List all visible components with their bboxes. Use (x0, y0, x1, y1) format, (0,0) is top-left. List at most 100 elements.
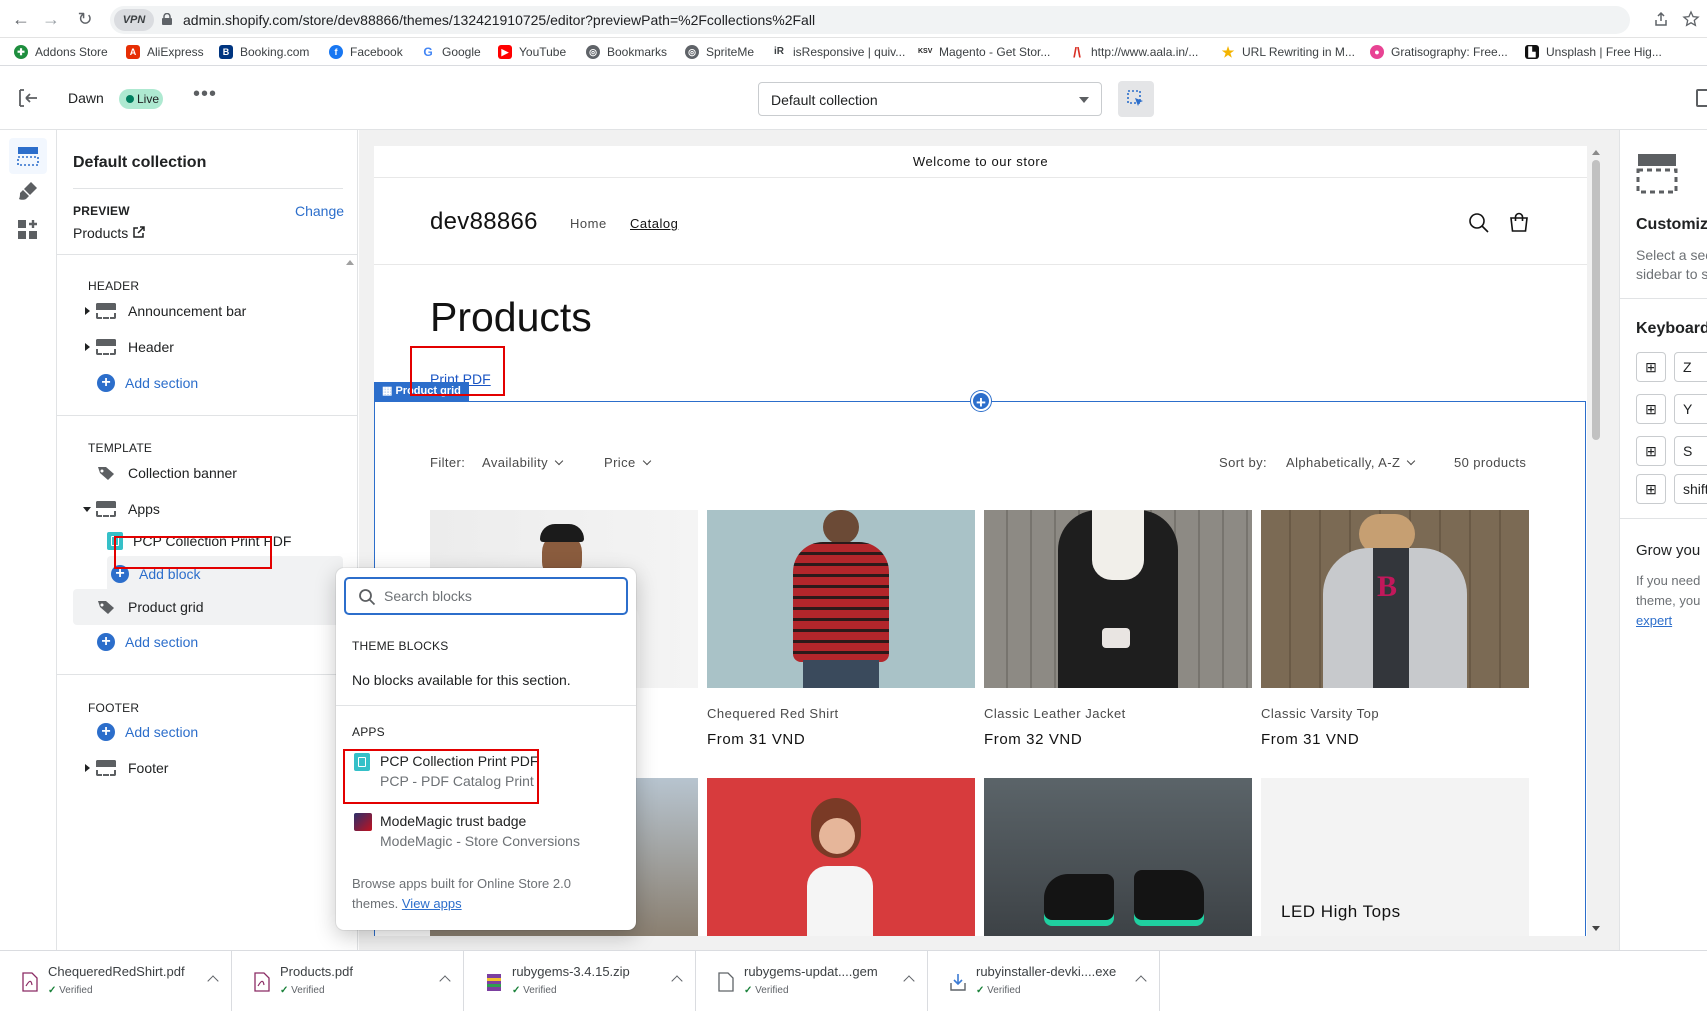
app-blocks-icon[interactable] (16, 218, 40, 242)
bookmark-item[interactable]: G Google (421, 43, 481, 61)
key-label: Z (1674, 352, 1707, 382)
nav-home-link[interactable]: Home (570, 216, 607, 231)
change-preview-link[interactable]: Change (295, 203, 344, 219)
chevron-up-icon[interactable] (439, 975, 451, 987)
add-section-button[interactable]: + Add section (73, 365, 343, 401)
bookmark-item[interactable]: ✚ Addons Store (14, 43, 108, 61)
chevron-up-icon[interactable] (207, 975, 219, 987)
product-image-placeholder[interactable]: LED High Tops (1261, 778, 1529, 936)
price-filter[interactable]: Price (604, 455, 651, 470)
external-link-icon[interactable] (133, 226, 145, 238)
collapse-arrow-icon[interactable] (82, 503, 94, 515)
back-arrow-icon[interactable]: ← (10, 8, 32, 30)
product-card[interactable]: Chequered Red Shirt From 31 VND (707, 510, 975, 748)
chevron-up-icon[interactable] (903, 975, 915, 987)
download-item[interactable]: rubygems-updat....gem Verified (696, 951, 928, 1011)
product-name[interactable]: Classic Varsity Top (1261, 706, 1529, 721)
hire-expert-link[interactable]: expert (1636, 613, 1672, 628)
vpn-badge[interactable]: VPN (114, 9, 154, 31)
product-card[interactable]: LED High Tops (1261, 778, 1529, 936)
add-section-button[interactable]: + Add section (73, 624, 343, 660)
product-card[interactable]: B Classic Varsity Top From 31 VND (1261, 510, 1529, 748)
bookmark-item[interactable]: B Booking.com (219, 43, 309, 61)
expand-arrow-icon[interactable] (82, 305, 94, 317)
store-logo[interactable]: dev88866 (430, 208, 538, 236)
product-image[interactable]: B (1261, 510, 1529, 688)
brush-icon[interactable] (16, 179, 40, 203)
sidebar-item-product-grid[interactable]: Product grid (73, 589, 343, 625)
cart-icon[interactable] (1508, 212, 1530, 234)
availability-filter[interactable]: Availability (482, 455, 564, 470)
forward-arrow-icon[interactable]: → (40, 8, 62, 30)
download-item[interactable]: Products.pdf Verified (232, 951, 464, 1011)
sidebar-item-announcement-bar[interactable]: Announcement bar (73, 293, 343, 329)
bookmark-star-icon[interactable] (1682, 10, 1700, 28)
sidebar-item-apps[interactable]: Apps (73, 491, 343, 527)
template-select[interactable]: Default collection (758, 82, 1102, 116)
search-icon (359, 589, 376, 606)
app-block-modemagic-trust-badge[interactable]: ModeMagic trust badge ModeMagic - Store … (344, 810, 628, 856)
product-card[interactable] (707, 778, 975, 936)
sidebar-item-collection-banner[interactable]: Collection banner (73, 455, 343, 491)
share-icon[interactable] (1653, 11, 1669, 27)
scrollbar-thumb[interactable] (1592, 160, 1600, 440)
scroll-down-arrow-icon[interactable] (1592, 926, 1600, 931)
bookmark-item[interactable]: ▶ YouTube (498, 43, 566, 61)
bookmark-item[interactable]: ◎ SpriteMe (685, 43, 754, 61)
chevron-up-icon[interactable] (671, 975, 683, 987)
view-apps-link[interactable]: View apps (402, 896, 462, 911)
add-section-plus-button[interactable]: + (971, 391, 991, 412)
download-item[interactable]: ChequeredRedShirt.pdf Verified (0, 951, 232, 1011)
chevron-up-icon[interactable] (1135, 975, 1147, 987)
product-image[interactable] (984, 510, 1252, 688)
expand-arrow-icon[interactable] (82, 341, 94, 353)
bookmark-item[interactable]: ★ URL Rewriting in M... (1221, 43, 1355, 61)
download-item[interactable]: rubygems-3.4.15.zip Verified (464, 951, 696, 1011)
product-image[interactable] (707, 510, 975, 688)
search-blocks-input[interactable] (384, 587, 614, 605)
expand-arrow-icon[interactable] (82, 762, 94, 774)
sidebar-item-label: Collection banner (128, 465, 237, 481)
reload-icon[interactable]: ↻ (74, 8, 96, 30)
more-actions-icon[interactable]: ••• (193, 83, 217, 106)
globe-icon: ◎ (685, 45, 699, 59)
product-image[interactable] (707, 778, 975, 936)
preview-scrollbar[interactable] (1590, 146, 1602, 936)
product-card[interactable]: Classic Leather Jacket From 32 VND (984, 510, 1252, 748)
chevron-down-icon (554, 456, 564, 466)
bookmark-item[interactable]: f Facebook (329, 43, 403, 61)
nav-catalog-link[interactable]: Catalog (630, 216, 678, 231)
inspector-toggle-button[interactable] (1118, 81, 1154, 117)
bookmark-item[interactable]: ● Gratisography: Free... (1370, 43, 1508, 61)
add-section-button[interactable]: + Add section (73, 714, 343, 750)
bookmark-label: Magento - Get Stor... (939, 45, 1051, 59)
bookmark-item[interactable]: ◎ Bookmarks (586, 43, 667, 61)
url-text[interactable]: admin.shopify.com/store/dev88866/themes/… (183, 12, 815, 28)
add-section-label: Add section (125, 724, 199, 740)
search-icon[interactable] (1468, 212, 1490, 234)
scroll-up-arrow-icon[interactable] (346, 260, 354, 265)
product-name[interactable]: Classic Leather Jacket (984, 706, 1252, 721)
sort-select[interactable]: Alphabetically, A-Z (1286, 455, 1416, 470)
sort-label: Sort by: (1219, 455, 1267, 470)
exit-icon[interactable] (18, 89, 38, 107)
bookmark-item[interactable]: iR isResponsive | quiv... (772, 43, 905, 61)
device-preview-icon[interactable] (1696, 89, 1707, 107)
product-name[interactable]: Chequered Red Shirt (707, 706, 975, 721)
product-card[interactable] (984, 778, 1252, 936)
product-image[interactable] (984, 778, 1252, 936)
scroll-up-arrow-icon[interactable] (1592, 150, 1600, 155)
bookmark-item[interactable]: /\ http://www.aala.in/... (1070, 43, 1198, 61)
sidebar-item-footer[interactable]: Footer (73, 750, 343, 786)
filter-availability-label: Availability (482, 455, 548, 470)
bookmark-item[interactable]: KSV Magento - Get Stor... (918, 43, 1050, 61)
product-name[interactable]: LED High Tops (1281, 902, 1401, 922)
address-bar[interactable]: VPN admin.shopify.com/store/dev88866/the… (110, 6, 1630, 34)
filter-price-label: Price (604, 455, 636, 470)
search-blocks-field[interactable] (344, 577, 628, 615)
sections-tab[interactable] (9, 138, 47, 174)
bookmark-item[interactable]: A AliExpress (126, 43, 204, 61)
bookmark-item[interactable]: ▙ Unsplash | Free Hig... (1525, 43, 1662, 61)
download-item[interactable]: rubyinstaller-devki....exe Verified (928, 951, 1160, 1011)
sidebar-item-header[interactable]: Header (73, 329, 343, 365)
